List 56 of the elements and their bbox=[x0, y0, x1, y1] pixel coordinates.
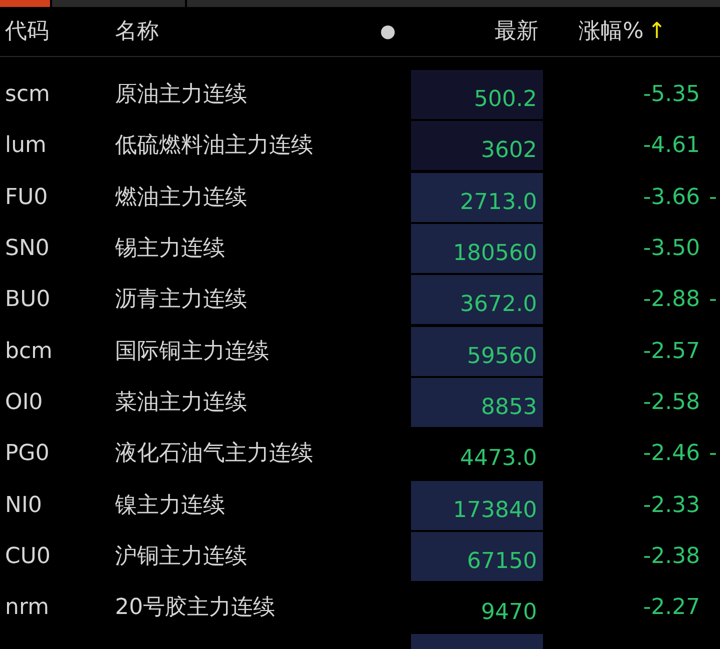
change-cell-text: - bbox=[709, 184, 717, 212]
name-cell-text: 锡主力连续 bbox=[115, 235, 226, 264]
code-cell-text: NI0 bbox=[4, 492, 43, 520]
change-cell-text: -5.35 bbox=[642, 81, 700, 110]
column-header[interactable]: 最新 bbox=[396, 15, 539, 48]
change-cell-text: - bbox=[709, 440, 717, 468]
name-cell-text: 菜油主力连续 bbox=[115, 388, 248, 417]
price-cell-text: 4473.0 bbox=[459, 445, 538, 474]
change-cell-text: -2.33 bbox=[642, 492, 700, 520]
price-cell: 2713.0 bbox=[411, 172, 543, 222]
dot-icon: ● bbox=[380, 18, 396, 45]
price-cell: 8853 bbox=[411, 378, 543, 427]
name-cell-text: 原油主力连续 bbox=[115, 81, 248, 110]
name-cell-text: 国际铜主力连续 bbox=[115, 338, 270, 366]
price-cell: 59560 bbox=[411, 326, 543, 376]
code-cell-text: scm bbox=[4, 81, 51, 110]
change-cell-text: - bbox=[709, 286, 717, 314]
code-cell-text: BU0 bbox=[4, 286, 52, 314]
code-cell-text: bcm bbox=[4, 338, 54, 366]
column-header[interactable]: 代码 bbox=[0, 15, 115, 48]
name-cell-text: 沪铜主力连续 bbox=[115, 542, 248, 571]
name-cell-text: 沥青主力连续 bbox=[115, 286, 248, 314]
sort-arrow-icon: ↑ bbox=[648, 15, 666, 48]
name-cell-text: 燃油主力连续 bbox=[115, 184, 248, 212]
code-cell-text: nrm bbox=[4, 594, 50, 622]
code-cell-text: CU0 bbox=[4, 542, 52, 571]
name-cell-text: 镍主力连续 bbox=[115, 492, 226, 520]
price-cell: 173840 bbox=[411, 480, 543, 530]
change-cell-text: -2.27 bbox=[642, 594, 700, 622]
change-cell-text: -2.38 bbox=[642, 542, 700, 571]
name-cell-text: 液化石油气主力连续 bbox=[115, 440, 314, 468]
code-cell-text: OI0 bbox=[4, 388, 44, 417]
change-cell-text: -3.66 bbox=[642, 184, 700, 212]
price-cell: 3602 bbox=[411, 121, 543, 170]
change-cell-text: -2.57 bbox=[642, 338, 700, 366]
change-cell-text: -2.46 bbox=[642, 440, 700, 468]
column-header[interactable]: 涨幅% bbox=[578, 15, 644, 48]
tab[interactable] bbox=[0, 0, 50, 7]
column-header[interactable]: 名称 bbox=[115, 15, 380, 48]
price-cell: 67150 bbox=[411, 532, 543, 581]
tab[interactable] bbox=[52, 0, 185, 7]
code-cell-text: SN0 bbox=[4, 235, 50, 264]
code-cell-text: PG0 bbox=[4, 440, 50, 468]
price-cell-text: 9470 bbox=[480, 599, 538, 628]
price-cell: 180560 bbox=[411, 224, 543, 274]
tab[interactable] bbox=[187, 0, 720, 7]
price-cell: 500.2 bbox=[411, 70, 543, 120]
price-cell: 3672.0 bbox=[411, 275, 543, 324]
code-cell-text: FU0 bbox=[4, 184, 49, 212]
code-cell-text: lum bbox=[4, 132, 48, 160]
name-cell-text: 20号胶主力连续 bbox=[115, 594, 276, 622]
change-cell-text: -2.88 bbox=[642, 286, 700, 314]
name-cell-text: 低硫燃料油主力连续 bbox=[115, 132, 314, 160]
change-cell-text: -2.58 bbox=[642, 388, 700, 417]
change-cell-text: -3.50 bbox=[642, 235, 700, 264]
change-cell-text: -4.61 bbox=[642, 132, 700, 160]
